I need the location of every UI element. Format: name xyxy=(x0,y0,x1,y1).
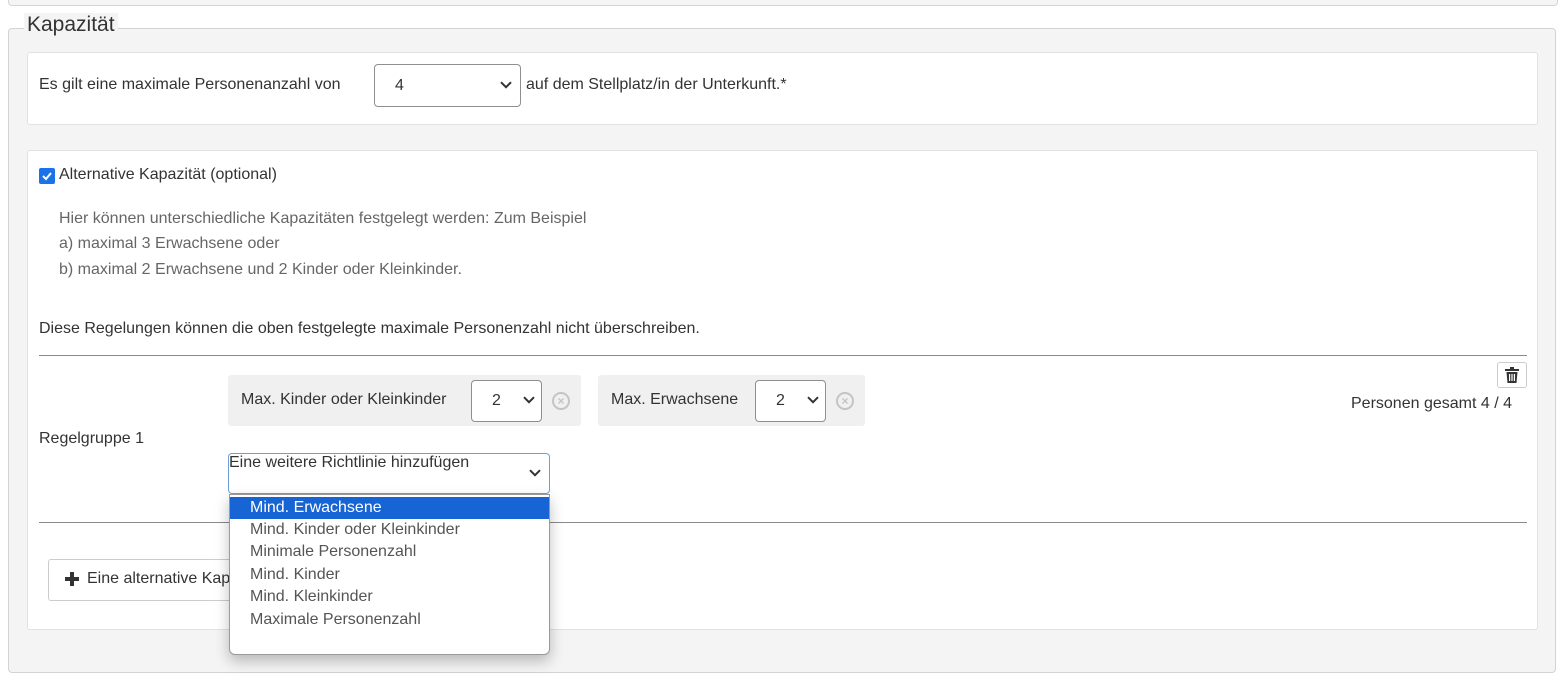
check-icon xyxy=(42,172,52,181)
chevron-down-icon xyxy=(523,396,535,404)
hint-line: Hier können unterschiedliche Kapazitäten… xyxy=(59,210,587,227)
persons-total: Personen gesamt 4 / 4 xyxy=(1351,395,1512,412)
override-note: Diese Regelungen können die oben festgel… xyxy=(39,320,700,337)
add-alternative-capacity-button[interactable]: Eine alternative Kapazität hinzufügen xyxy=(48,559,248,601)
divider xyxy=(39,355,1527,356)
option-min-infants[interactable]: Mind. Kleinkinder xyxy=(230,586,549,608)
clear-circle-icon[interactable]: × xyxy=(836,392,854,410)
delete-rule-group-button[interactable] xyxy=(1497,362,1527,388)
rule-value: 2 xyxy=(492,392,501,409)
trash-icon xyxy=(1505,367,1519,383)
max-persons-suffix: auf dem Stellplatz/in der Unterkunft.* xyxy=(526,76,787,93)
hint-line: b) maximal 2 Erwachsene und 2 Kinder ode… xyxy=(59,261,462,278)
max-persons-select[interactable]: 4 xyxy=(374,64,521,107)
add-rule-select[interactable]: Eine weitere Richtlinie hinzufügen xyxy=(228,453,550,494)
rule-value: 2 xyxy=(776,392,785,409)
rule-label: Max. Erwachsene xyxy=(611,391,739,408)
max-persons-value: 4 xyxy=(395,76,404,94)
chevron-down-icon xyxy=(807,396,819,404)
option-max-persons[interactable]: Maximale Personenzahl xyxy=(230,609,549,631)
max-persons-prefix: Es gilt eine maximale Personenanzahl von xyxy=(39,76,341,93)
clear-circle-icon[interactable]: × xyxy=(552,392,570,410)
chevron-down-icon xyxy=(500,80,512,89)
rule-label: Max. Kinder oder Kleinkinder xyxy=(241,391,447,408)
option-min-children[interactable]: Mind. Kinder xyxy=(230,564,549,586)
chevron-down-icon xyxy=(529,468,541,477)
rule-chip-max-children: Max. Kinder oder Kleinkinder 2 × xyxy=(228,375,581,426)
add-rule-placeholder: Eine weitere Richtlinie hinzufügen xyxy=(229,454,470,471)
add-rule-options-list: Mind. Erwachsene Mind. Kinder oder Klein… xyxy=(229,494,550,655)
rule-group-label: Regelgruppe 1 xyxy=(39,430,144,447)
add-alternative-label: Eine alternative Kapazität hinzufügen xyxy=(87,570,247,587)
rule-chip-max-adults: Max. Erwachsene 2 × xyxy=(598,375,865,426)
alternative-capacity-label: Alternative Kapazität (optional) xyxy=(59,166,277,183)
option-min-adults[interactable]: Mind. Erwachsene xyxy=(230,497,549,519)
capacity-legend: Kapazität xyxy=(24,13,118,37)
hint-line: a) maximal 3 Erwachsene oder xyxy=(59,235,280,252)
alternative-capacity-checkbox[interactable] xyxy=(39,168,55,184)
rule-value-select[interactable]: 2 xyxy=(755,380,826,422)
option-min-persons[interactable]: Minimale Personenzahl xyxy=(230,541,549,563)
option-min-children-or-infants[interactable]: Mind. Kinder oder Kleinkinder xyxy=(230,519,549,541)
rule-value-select[interactable]: 2 xyxy=(471,380,542,422)
plus-icon xyxy=(65,572,79,586)
previous-section-edge xyxy=(8,0,1558,6)
